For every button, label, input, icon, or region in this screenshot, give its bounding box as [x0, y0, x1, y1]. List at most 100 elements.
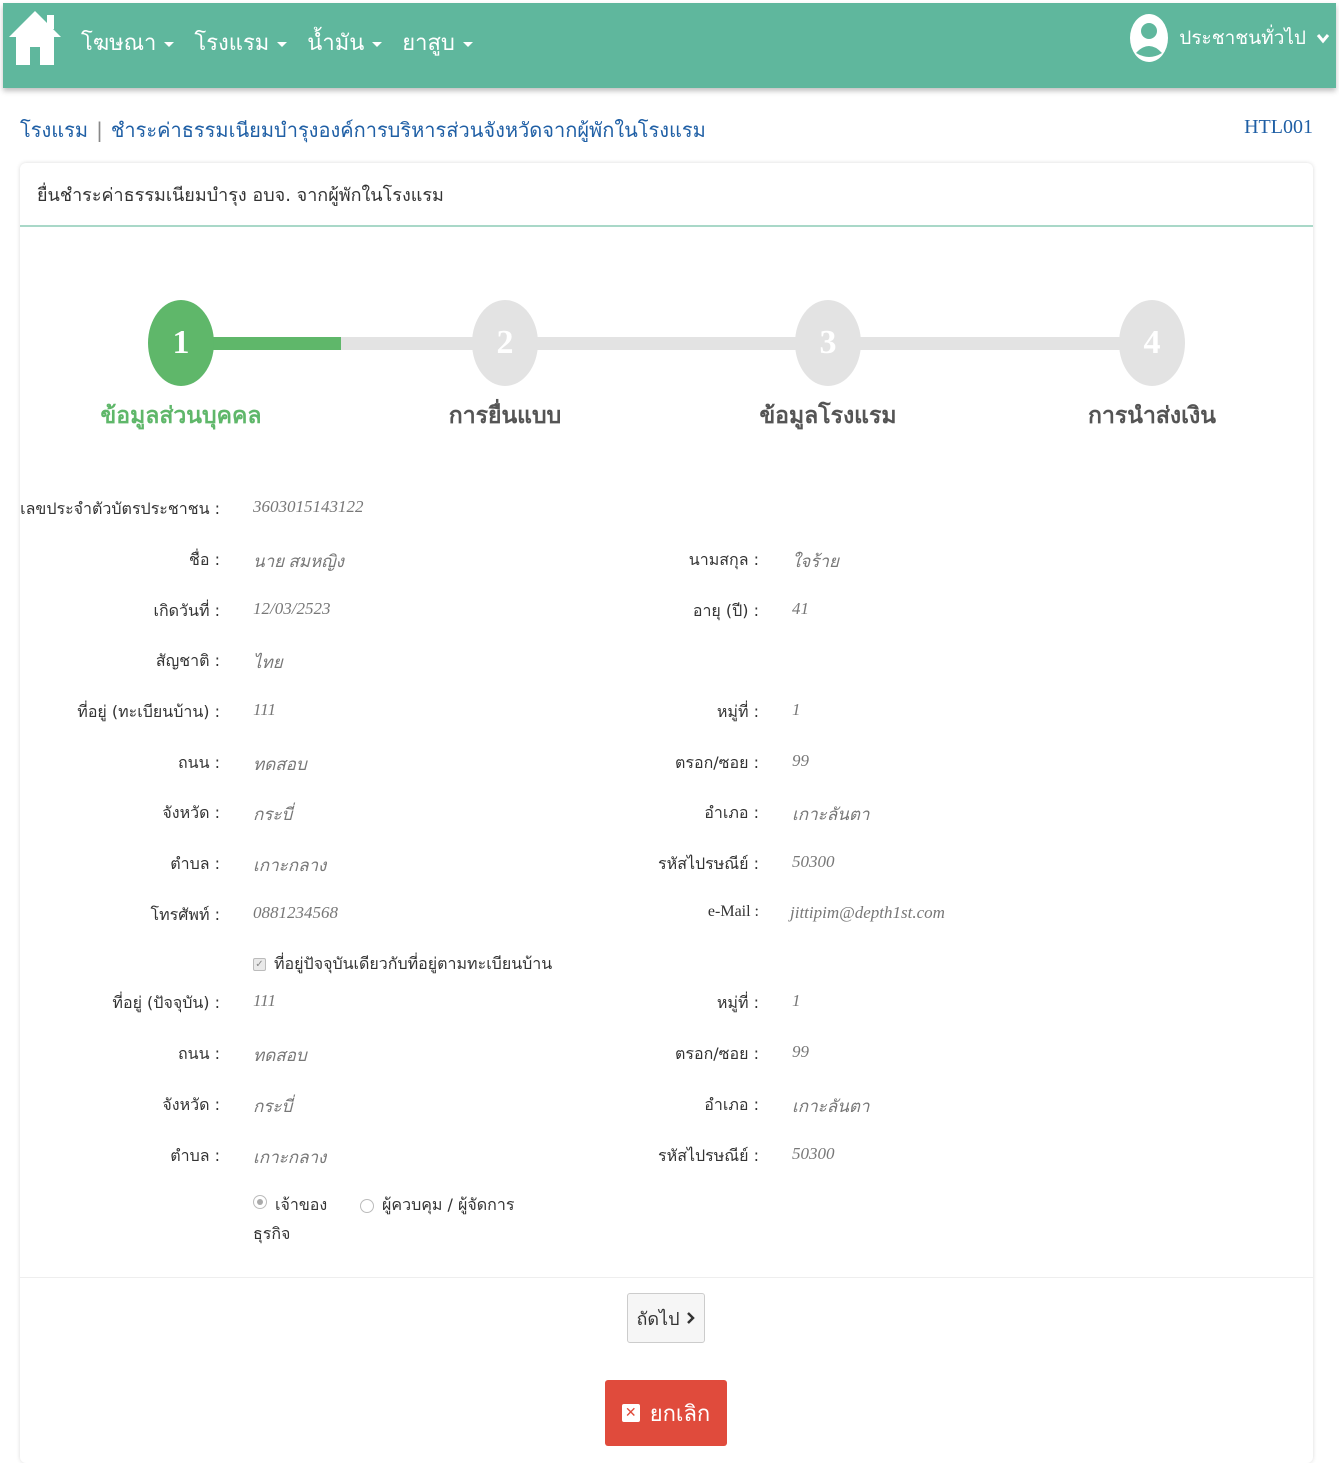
- cur-moo-value: 1: [792, 991, 801, 1010]
- first-name-value: นาย สมหญิง: [253, 552, 344, 571]
- cur-postcode-label: รหัสไปรษณีย์ :: [658, 1146, 759, 1165]
- reg-address-value: 111: [253, 700, 276, 719]
- menu-advertising-label: โฆษณา: [81, 31, 157, 56]
- reg-postcode-label: รหัสไปรษณีย์ :: [658, 854, 759, 873]
- cur-province-label: จังหวัด :: [162, 1095, 220, 1114]
- cancel-button-label: ยกเลิก: [649, 1401, 711, 1427]
- step-1-label: ข้อมูลส่วนบุคคล: [100, 403, 262, 429]
- cur-district-value: เกาะลันตา: [792, 1097, 870, 1116]
- menu-hotel[interactable]: โรงแรม: [194, 25, 288, 60]
- birth-date-value: 12/03/2523: [253, 599, 331, 618]
- caret-down-icon: [372, 41, 383, 47]
- cur-soi-label: ตรอก/ซอย :: [675, 1044, 759, 1063]
- email-label: e-Mail :: [707, 903, 759, 920]
- role-owner-label-line2: ธุรกิจ: [253, 1224, 291, 1243]
- step-3-number: 3: [819, 324, 837, 361]
- next-button[interactable]: ถัดไป: [627, 1293, 705, 1343]
- home-icon[interactable]: [7, 9, 63, 67]
- age-value: 41: [792, 599, 809, 618]
- caret-down-icon: [277, 41, 288, 47]
- reg-province-label: จังหวัด :: [162, 803, 220, 822]
- cancel-button[interactable]: ✕ ยกเลิก: [605, 1380, 727, 1446]
- close-icon: ✕: [621, 1404, 640, 1422]
- reg-address-label: ที่อยู่ (ทะเบียนบ้าน) :: [77, 702, 220, 721]
- nationality-label: สัญชาติ :: [155, 651, 220, 670]
- cur-road-label: ถนน :: [177, 1044, 220, 1063]
- user-avatar-icon: [1130, 14, 1169, 62]
- step-4-label: การนำส่งเงิน: [1088, 403, 1216, 429]
- cur-subdistrict-label: ตำบล :: [170, 1146, 220, 1165]
- step-1-circle[interactable]: 1: [148, 300, 214, 386]
- role-manager-label: ผู้ควบคุม / ผู้จัดการ: [382, 1195, 515, 1214]
- step-2-number: 2: [496, 324, 514, 361]
- user-menu[interactable]: ประชาชนทั่วไป: [1129, 13, 1330, 63]
- same-address-label: ที่อยู่ปัจจุบันเดียวกับที่อยู่ตามทะเบียน…: [274, 954, 553, 973]
- user-label: ประชาชนทั่วไป: [1179, 27, 1306, 49]
- cur-road-value: ทดสอบ: [253, 1046, 307, 1065]
- same-address-checkbox-row[interactable]: ✓ ที่อยู่ปัจจุบันเดียวกับที่อยู่ตามทะเบี…: [253, 952, 552, 977]
- next-button-label: ถัดไป: [636, 1308, 680, 1330]
- reg-province-value: กระบี่: [253, 805, 293, 824]
- same-address-checkbox[interactable]: ✓: [253, 958, 266, 971]
- chevron-down-icon: [1316, 34, 1330, 44]
- breadcrumb: โรงแรม | ชำระค่าธรรมเนียมบำรุงองค์การบริ…: [20, 114, 706, 146]
- cur-subdistrict-value: เกาะกลาง: [253, 1148, 327, 1167]
- reg-moo-label: หมู่ที่ :: [716, 702, 759, 721]
- step-4-circle[interactable]: 4: [1119, 300, 1185, 386]
- cur-address-label: ที่อยู่ (ปัจจุบัน) :: [112, 993, 220, 1012]
- first-name-label: ชื่อ :: [189, 550, 220, 569]
- id-card-value: 3603015143122: [253, 497, 364, 516]
- phone-label: โทรศัพท์ :: [150, 905, 220, 924]
- menu-advertising[interactable]: โฆษณา: [81, 25, 175, 60]
- menu-oil-label: น้ำมัน: [307, 31, 365, 56]
- age-label: อายุ (ปี) :: [692, 601, 759, 620]
- role-manager-radio[interactable]: [360, 1198, 374, 1213]
- role-owner-radio[interactable]: [253, 1195, 267, 1209]
- reg-subdistrict-value: เกาะกลาง: [253, 856, 327, 875]
- reg-district-label: อำเภอ :: [704, 803, 759, 822]
- step-4-number: 4: [1143, 324, 1161, 361]
- step-1-number: 1: [172, 324, 190, 361]
- main-menu: โฆษณา โรงแรม น้ำมัน ยาสูบ: [81, 25, 473, 60]
- role-owner-label: เจ้าของ: [275, 1195, 328, 1214]
- reg-moo-value: 1: [792, 700, 801, 719]
- reg-road-value: ทดสอบ: [253, 755, 307, 774]
- chevron-right-icon: [686, 1312, 695, 1324]
- footer-divider: [20, 1277, 1313, 1278]
- step-3-circle[interactable]: 3: [795, 300, 861, 386]
- last-name-label: นามสกุล :: [688, 550, 759, 569]
- breadcrumb-section[interactable]: โรงแรม: [20, 114, 88, 146]
- cur-district-label: อำเภอ :: [704, 1095, 759, 1114]
- birth-date-label: เกิดวันที่ :: [153, 601, 221, 620]
- reg-soi-label: ตรอก/ซอย :: [675, 753, 759, 772]
- reg-road-label: ถนน :: [177, 753, 220, 772]
- role-manager-option[interactable]: ผู้ควบคุม / ผู้จัดการ: [360, 1193, 514, 1218]
- cur-moo-label: หมู่ที่ :: [716, 993, 759, 1012]
- menu-tobacco-label: ยาสูบ: [402, 31, 455, 56]
- last-name-value: ใจร้าย: [792, 552, 839, 571]
- id-card-label: เลขประจำตัวบัตรประชาชน :: [20, 499, 220, 518]
- menu-oil[interactable]: น้ำมัน: [307, 25, 383, 60]
- caret-down-icon: [164, 41, 175, 47]
- cur-soi-value: 99: [792, 1042, 809, 1061]
- menu-hotel-label: โรงแรม: [194, 31, 270, 56]
- nationality-value: ไทย: [253, 653, 283, 672]
- phone-value: 0881234568: [253, 903, 338, 922]
- form-code: HTL001: [1244, 116, 1313, 138]
- caret-down-icon: [462, 41, 473, 47]
- card-title: ยื่นชำระค่าธรรมเนียมบำรุง อบจ. จากผู้พัก…: [20, 163, 1313, 227]
- role-owner-option[interactable]: เจ้าของ: [253, 1193, 327, 1218]
- step-2-circle[interactable]: 2: [472, 300, 538, 386]
- cur-address-value: 111: [253, 991, 276, 1010]
- step-3-label: ข้อมูลโรงแรม: [759, 403, 897, 429]
- menu-tobacco[interactable]: ยาสูบ: [402, 25, 473, 60]
- reg-soi-value: 99: [792, 751, 809, 770]
- step-2-label: การยื่นแบบ: [448, 403, 562, 429]
- breadcrumb-separator: |: [96, 118, 103, 142]
- reg-district-value: เกาะลันตา: [792, 805, 870, 824]
- cur-postcode-value: 50300: [792, 1144, 835, 1163]
- top-navbar: โฆษณา โรงแรม น้ำมัน ยาสูบ ประชาชนทั่วไป: [3, 3, 1336, 88]
- cur-province-value: กระบี่: [253, 1097, 293, 1116]
- breadcrumb-page: ชำระค่าธรรมเนียมบำรุงองค์การบริหารส่วนจั…: [110, 118, 706, 142]
- reg-postcode-value: 50300: [792, 852, 835, 871]
